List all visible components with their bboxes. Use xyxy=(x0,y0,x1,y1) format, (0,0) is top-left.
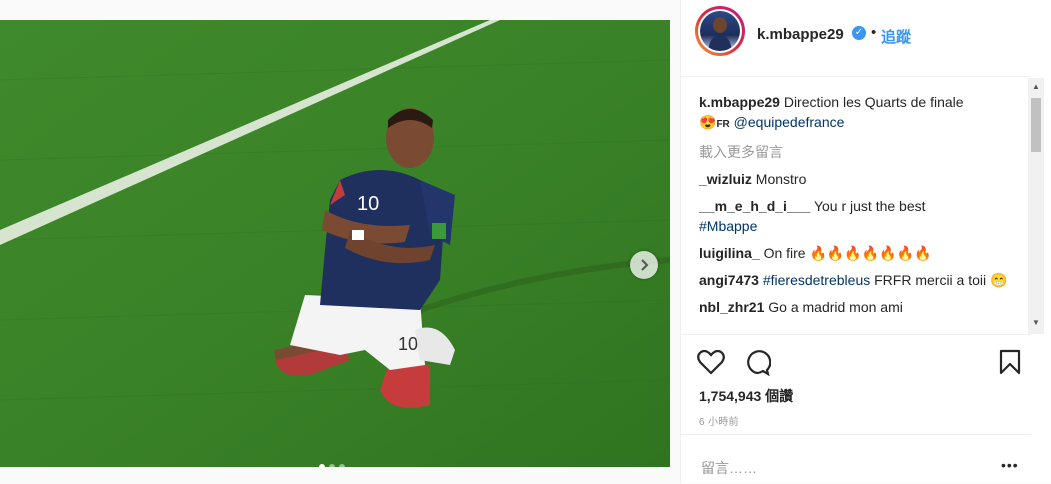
post-header: k.mbappe29 ✓ • 追蹤 xyxy=(681,0,1031,77)
bookmark-icon xyxy=(999,349,1021,375)
caption-mention[interactable]: @equipedefrance xyxy=(734,114,845,130)
save-button[interactable] xyxy=(999,349,1021,380)
comment-hashtag[interactable]: #Mbappe xyxy=(699,218,757,234)
svg-text:10: 10 xyxy=(357,193,379,215)
flag-fr: FR xyxy=(716,119,730,130)
post-username[interactable]: k.mbappe29 xyxy=(757,26,844,43)
scroll-up-arrow-icon[interactable]: ▲ xyxy=(1032,82,1040,91)
comment-item: angi7473 #fieresdetrebleus FRFR mercii a… xyxy=(699,270,1024,290)
comment-username[interactable]: luigilina_ xyxy=(699,245,760,261)
more-options-icon[interactable]: ••• xyxy=(1001,457,1019,473)
comment-bubble-icon xyxy=(747,350,772,377)
follow-button[interactable]: 追蹤 xyxy=(881,26,911,47)
comment-username[interactable]: __m_e_h_d_i___ xyxy=(699,198,810,214)
comment-username[interactable]: angi7473 xyxy=(699,272,759,288)
likes-count[interactable]: 1,754,943 個讚 xyxy=(699,386,793,406)
scroll-down-arrow-icon[interactable]: ▼ xyxy=(1032,318,1040,327)
caption-text: Direction les Quarts de finale xyxy=(783,94,964,110)
comment-text: You r just the best xyxy=(813,198,926,214)
caption: k.mbappe29 Direction les Quarts de final… xyxy=(699,92,1024,135)
comments-scrollbar[interactable]: ▲ ▼ xyxy=(1028,78,1044,334)
avatar-image xyxy=(700,11,740,51)
comment-text: FRFR mercii a toii 😁 xyxy=(874,272,1008,288)
comment-item: __m_e_h_d_i___ You r just the best #Mbap… xyxy=(699,196,1024,236)
carousel-dot xyxy=(339,464,345,467)
scroll-thumb[interactable] xyxy=(1031,98,1041,152)
like-button[interactable] xyxy=(697,349,725,380)
chevron-right-icon xyxy=(641,259,649,271)
player-photo: 10 10 xyxy=(0,20,670,467)
comment-button[interactable] xyxy=(743,348,772,381)
post-time[interactable]: 6 小時前 xyxy=(699,413,739,428)
post-photo[interactable]: 10 10 xyxy=(0,20,670,467)
comment-item: luigilina_ On fire 🔥🔥🔥🔥🔥🔥🔥 xyxy=(699,243,1024,263)
post-sidebar: k.mbappe29 ✓ • 追蹤 k.mbappe29 Direction l… xyxy=(680,0,1051,483)
svg-text:10: 10 xyxy=(398,334,418,354)
carousel-dot-active xyxy=(319,464,325,467)
verified-badge-icon: ✓ xyxy=(852,26,866,40)
comment-item: _wizluiz Monstro xyxy=(699,169,1024,189)
caption-emoji: 😍 xyxy=(699,114,717,130)
heart-icon xyxy=(697,349,725,375)
comment-hashtag[interactable]: #fieresdetrebleus xyxy=(763,272,870,288)
comment-input[interactable] xyxy=(699,459,973,477)
carousel-dots xyxy=(319,464,345,467)
avatar[interactable] xyxy=(695,6,745,56)
action-bar xyxy=(681,334,1031,385)
comment-username[interactable]: nbl_zhr21 xyxy=(699,299,764,315)
comment-text: Go a madrid mon ami xyxy=(768,299,903,315)
comment-username[interactable]: _wizluiz xyxy=(699,171,752,187)
carousel-dot xyxy=(329,464,335,467)
comment-text: On fire 🔥🔥🔥🔥🔥🔥🔥 xyxy=(763,245,932,261)
load-more-comments[interactable]: 載入更多留言 xyxy=(699,142,1024,162)
comment-item: nbl_zhr21 Go a madrid mon ami xyxy=(699,297,1024,317)
caption-username[interactable]: k.mbappe29 xyxy=(699,94,780,110)
next-slide-button[interactable] xyxy=(630,251,658,279)
comment-form: ••• xyxy=(681,434,1031,484)
comment-text: Monstro xyxy=(755,171,807,187)
comments-list: k.mbappe29 Direction les Quarts de final… xyxy=(699,92,1024,335)
header-separator: • xyxy=(871,24,877,41)
